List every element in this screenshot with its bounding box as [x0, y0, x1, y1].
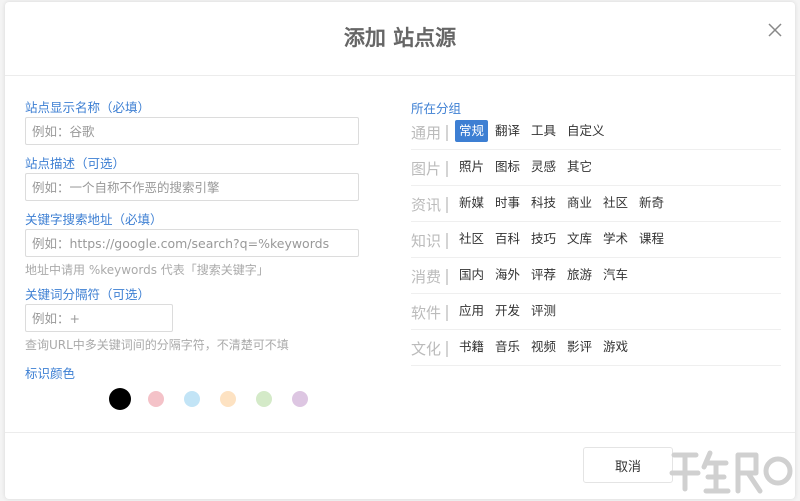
group-tag[interactable]: 社区 [455, 228, 488, 250]
group-tag[interactable]: 照片 [455, 156, 488, 178]
group-row: 图片 照片 图标 灵感 其它 [411, 154, 781, 186]
group-tag[interactable]: 百科 [491, 228, 524, 250]
group-category-name: 图片 [411, 160, 442, 178]
color-label: 标识颜色 [25, 366, 76, 381]
separator-label: 关键词分隔符（可选） [25, 287, 151, 302]
group-tag[interactable]: 灵感 [527, 156, 560, 178]
group-tag[interactable]: 学术 [599, 228, 632, 250]
group-category-divider [446, 233, 448, 249]
group-category-divider [446, 341, 448, 357]
group-tag[interactable]: 旅游 [563, 264, 596, 286]
color-swatch-4[interactable] [220, 391, 236, 407]
group-tag[interactable]: 科技 [527, 192, 560, 214]
group-tag[interactable]: 音乐 [491, 336, 524, 358]
group-tag[interactable]: 书籍 [455, 336, 488, 358]
color-swatch-3[interactable] [184, 391, 200, 407]
site-name-input[interactable] [25, 117, 359, 145]
group-tag[interactable]: 国内 [455, 264, 488, 286]
group-category-divider [446, 197, 448, 213]
group-tag[interactable]: 海外 [491, 264, 524, 286]
group-row: 消费 国内 海外 评荐 旅游 汽车 [411, 262, 781, 294]
group-category-divider [446, 269, 448, 285]
group-category-name: 知识 [411, 232, 442, 250]
group-category-name: 通用 [411, 124, 442, 142]
group-tag[interactable]: 评荐 [527, 264, 560, 286]
footer-divider [5, 432, 795, 433]
group-tag[interactable]: 影评 [563, 336, 596, 358]
group-tag[interactable]: 自定义 [563, 120, 609, 142]
group-category-name: 资讯 [411, 196, 442, 214]
site-description-input[interactable] [25, 173, 359, 201]
group-tag[interactable]: 应用 [455, 300, 488, 322]
group-tag[interactable]: 课程 [635, 228, 668, 250]
group-category-name: 文化 [411, 340, 442, 358]
site-name-label: 站点显示名称（必填） [25, 100, 151, 115]
group-tag[interactable]: 技巧 [527, 228, 560, 250]
group-category-name: 消费 [411, 268, 442, 286]
group-tag[interactable]: 其它 [563, 156, 596, 178]
group-tag[interactable]: 开发 [491, 300, 524, 322]
site-description-label: 站点描述（可选） [25, 156, 126, 171]
group-row: 资讯 新媒 时事 科技 商业 社区 新奇 [411, 190, 781, 222]
group-category-name: 软件 [411, 304, 442, 322]
search-url-hint: 地址中请用 %keywords 代表「搜索关键字」 [25, 263, 269, 277]
group-row: 软件 应用 开发 评测 [411, 298, 781, 330]
group-section-label: 所在分组 [411, 101, 462, 116]
add-site-source-dialog: 添加 站点源 站点显示名称（必填） 站点描述（可选） 关键字搜索地址（必填） 地… [5, 2, 795, 499]
header-divider [5, 75, 795, 76]
group-row: 知识 社区 百科 技巧 文库 学术 课程 [411, 226, 781, 258]
cancel-button[interactable]: 取消 [583, 447, 673, 483]
watermark-logo [669, 450, 793, 494]
group-tag[interactable]: 新奇 [635, 192, 668, 214]
group-tag[interactable]: 视频 [527, 336, 560, 358]
group-category-divider [446, 161, 448, 177]
group-tag[interactable]: 评测 [527, 300, 560, 322]
search-url-input[interactable] [25, 229, 359, 257]
group-tag[interactable]: 游戏 [599, 336, 632, 358]
group-tag[interactable]: 社区 [599, 192, 632, 214]
search-url-label: 关键字搜索地址（必填） [25, 212, 163, 227]
group-tag[interactable]: 图标 [491, 156, 524, 178]
color-swatch-2[interactable] [148, 391, 164, 407]
group-row: 通用 常规 翻译 工具 自定义 [411, 118, 781, 150]
group-tag[interactable]: 工具 [527, 120, 560, 142]
separator-hint: 查询URL中多关键词间的分隔字符，不清楚可不填 [25, 338, 289, 352]
group-tag[interactable]: 新媒 [455, 192, 488, 214]
color-swatch-1[interactable] [109, 388, 131, 410]
group-tag[interactable]: 翻译 [491, 120, 524, 142]
separator-input[interactable] [25, 304, 173, 332]
close-icon[interactable] [765, 20, 785, 40]
color-swatch-5[interactable] [256, 391, 272, 407]
group-tag[interactable]: 时事 [491, 192, 524, 214]
dialog-title: 添加 站点源 [343, 26, 457, 50]
group-category-divider [446, 125, 448, 141]
color-swatch-6[interactable] [292, 391, 308, 407]
group-tag[interactable]: 汽车 [599, 264, 632, 286]
group-tag[interactable]: 商业 [563, 192, 596, 214]
group-tag[interactable]: 常规 [455, 120, 489, 142]
group-category-divider [446, 305, 448, 321]
group-tag[interactable]: 文库 [563, 228, 596, 250]
group-row: 文化 书籍 音乐 视频 影评 游戏 [411, 334, 781, 366]
